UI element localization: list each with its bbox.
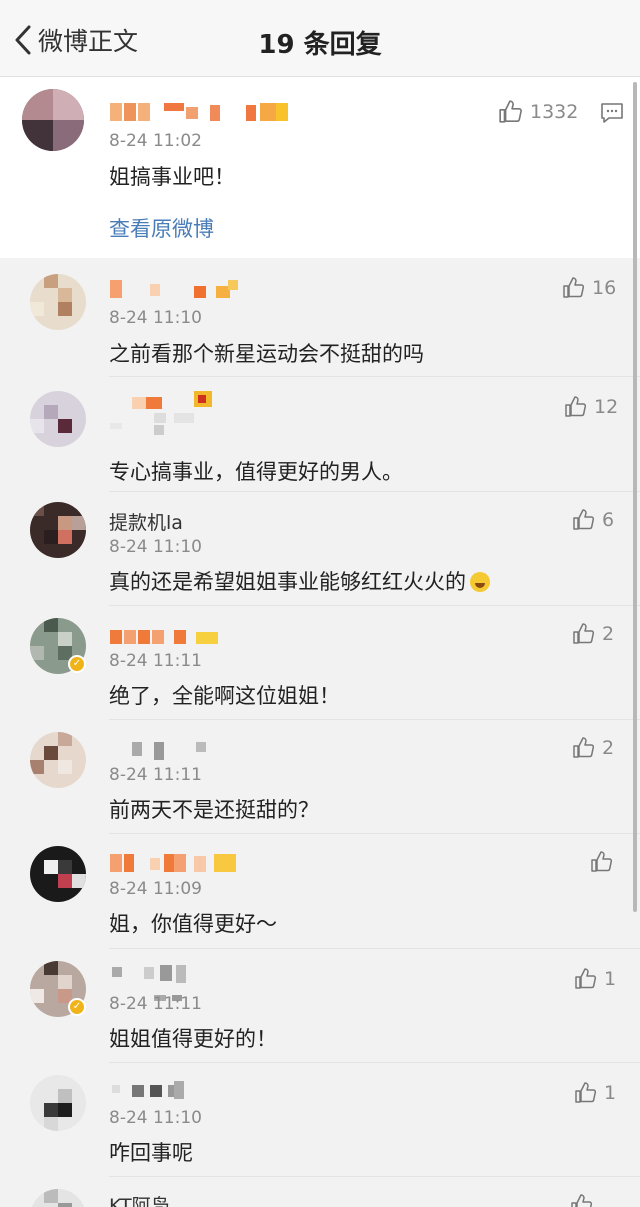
comment-time: 8-24 11:11 [109,651,202,671]
avatar[interactable] [30,732,86,788]
username-mosaic[interactable] [110,391,230,435]
reply-item: 8-24 11:11 前两天不是还挺甜的？ 2 [0,720,640,834]
comment-content: 姐，你值得更好～ [109,912,277,936]
reply-item: 8-24 11:10 咋回事呢 1 [0,1063,640,1177]
like-button[interactable]: 1 [574,1081,616,1105]
nav-bar: 微博正文 19 条回复 [0,0,640,77]
avatar[interactable] [30,502,86,558]
thumbs-up-icon [574,967,598,991]
like-count: 2 [602,623,615,645]
like-count: 1 [604,968,617,990]
main-comment: 8-24 11:02 姐搞事业吧！ 查看原微博 1332 [0,77,640,258]
username-mosaic[interactable] [110,852,240,874]
avatar[interactable] [30,1075,86,1131]
comment-time: 8-24 11:10 [109,308,202,328]
laughing-tears-emoji [470,572,490,592]
like-count: 1 [604,1082,617,1104]
username[interactable]: KT阿凫 [109,1191,170,1207]
like-button[interactable]: 1 [574,967,616,991]
comment-time: 8-24 11:11 [109,994,202,1014]
thumbs-up-icon [572,622,596,646]
avatar[interactable] [30,846,86,902]
username[interactable]: 提款机la [109,508,183,535]
username-mosaic[interactable] [110,963,200,1001]
reply-item: 8-24 11:10 之前看那个新星运动会不挺甜的吗 16 [0,258,640,372]
like-button[interactable]: 12 [564,395,618,419]
like-button[interactable]: 2 [572,736,614,760]
thumbs-up-icon [574,1081,598,1105]
comment-time: 8-24 11:10 [109,1108,202,1128]
like-button[interactable]: 16 [562,276,616,300]
reply-item: 专心搞事业，值得更好的男人。 12 [0,377,640,491]
reply-item: ✓ 8-24 11:11 绝了，全能啊这位姐姐！ 2 [0,606,640,720]
avatar[interactable] [30,1189,86,1207]
thumbs-up-icon [572,508,596,532]
like-button[interactable] [590,850,614,874]
like-count: 1332 [530,101,579,123]
comment-content: 之前看那个新星运动会不挺甜的吗 [109,342,424,366]
avatar[interactable] [30,274,86,330]
comment-time: 8-24 11:09 [109,879,202,899]
like-button[interactable]: 1332 [498,99,578,125]
reply-item: 提款机la 8-24 11:10 真的还是希望姐姐事业能够红红火火的 6 [0,492,640,606]
username-mosaic[interactable] [110,738,210,760]
page-title: 19 条回复 [258,30,382,60]
verified-badge-icon: ✓ [68,655,86,673]
avatar[interactable] [22,89,84,151]
thumbs-up-icon [498,99,524,125]
comment-time: 8-24 11:02 [109,131,202,151]
username-mosaic[interactable] [110,278,240,300]
comment-content: 真的还是希望姐姐事业能够红红火火的 [109,566,490,596]
thumbs-up-icon [590,850,614,874]
reply-item: 8-24 11:09 姐，你值得更好～ [0,834,640,948]
like-button[interactable] [570,1193,594,1207]
comment-content: 姐搞事业吧！ [109,165,235,189]
comment-button[interactable] [600,102,624,128]
comment-content: 专心搞事业，值得更好的男人。 [109,460,403,484]
username-mosaic[interactable] [110,101,290,123]
like-count: 16 [592,277,617,299]
comment-time: 8-24 11:11 [109,765,202,785]
like-button[interactable]: 6 [572,508,614,532]
avatar[interactable] [30,391,86,447]
like-button[interactable]: 2 [572,622,614,646]
comment-time: 8-24 11:10 [109,537,202,557]
view-original-link[interactable]: 查看原微博 [109,213,214,243]
thumbs-up-icon [572,736,596,760]
verified-badge-icon: ✓ [68,998,86,1016]
username-mosaic[interactable] [110,1079,200,1101]
like-count: 2 [602,737,615,759]
thumbs-up-icon [562,276,586,300]
reply-item: KT阿凫 [0,1177,640,1207]
like-count: 12 [594,396,619,418]
comment-content: 咋回事呢 [109,1141,193,1165]
comment-text: 真的还是希望姐姐事业能够红红火火的 [109,570,466,594]
username-mosaic[interactable] [110,624,220,646]
like-count: 6 [602,509,615,531]
comment-content: 绝了，全能啊这位姐姐！ [109,684,340,708]
comment-content: 姐姐值得更好的！ [109,1027,277,1051]
comment-icon [600,103,624,128]
thumbs-up-icon [564,395,588,419]
scrollbar[interactable] [633,82,637,912]
reply-item: ✓ 8-24 11:11 姐姐值得更好的！ 1 [0,949,640,1063]
thumbs-up-icon [570,1193,594,1207]
comment-content: 前两天不是还挺甜的？ [109,798,319,822]
